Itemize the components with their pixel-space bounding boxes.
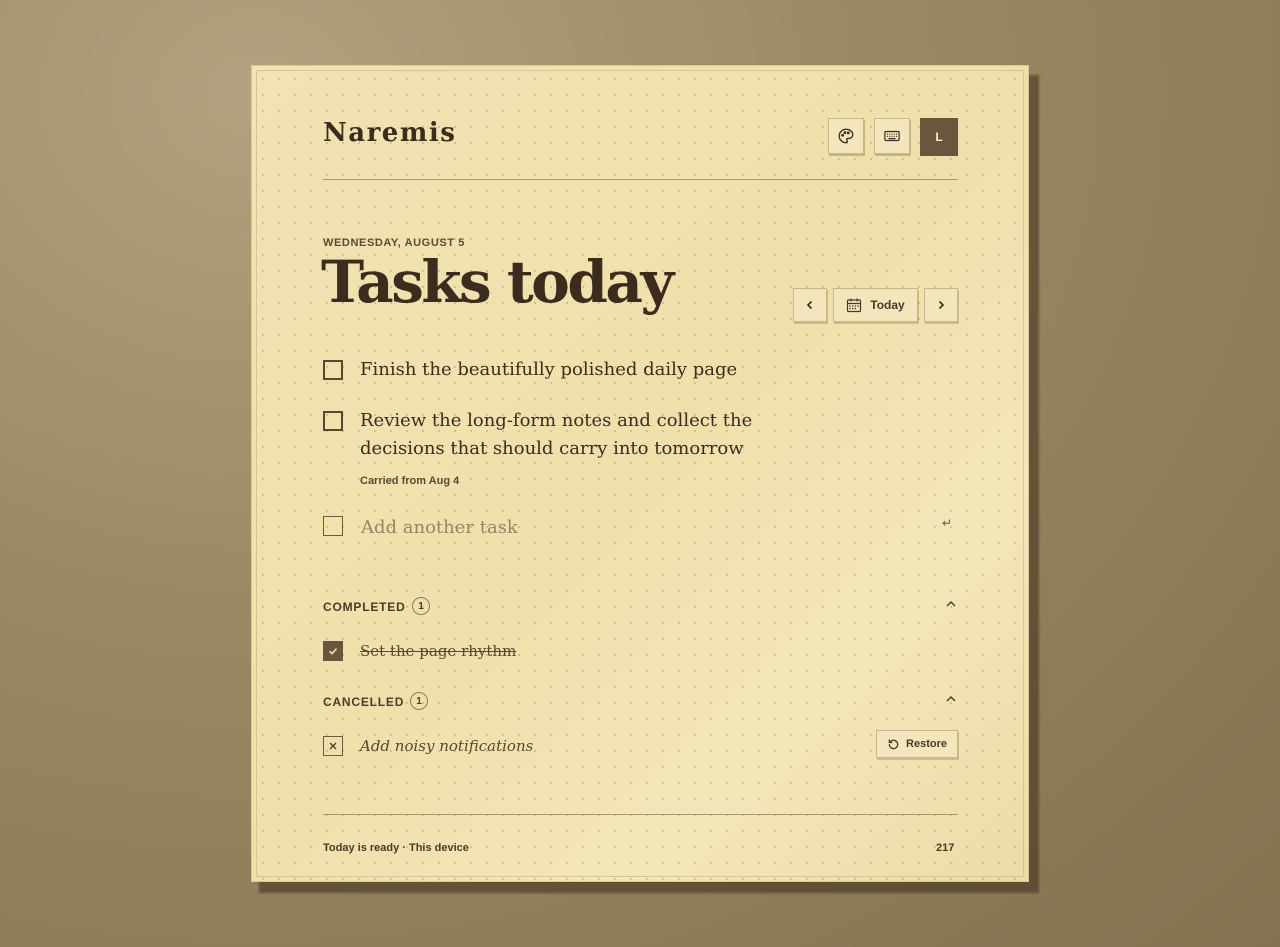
keyboard-shortcuts-button[interactable]	[874, 118, 910, 154]
today-label: Today	[870, 298, 905, 312]
completed-text: Set the page rhythm	[360, 642, 517, 660]
carried-note: Carried from Aug 4	[360, 475, 460, 487]
cancelled-checkbox[interactable]	[323, 736, 343, 756]
theme-button[interactable]	[828, 118, 864, 154]
footer-status: Today is ready · This device	[323, 842, 469, 854]
completed-section-header[interactable]: COMPLETED 1	[323, 597, 958, 617]
task-text[interactable]: Review the long-form notes and collect t…	[360, 407, 810, 463]
user-avatar-button[interactable]: L	[920, 118, 958, 156]
footer-count: 217	[936, 842, 955, 854]
page-title: Tasks today	[321, 248, 674, 316]
chevron-right-icon	[938, 300, 945, 310]
restore-button[interactable]: Restore	[876, 730, 958, 758]
journal-page: Naremis L WEDNESDAY, AUGUST 5 Tasks toda…	[251, 65, 1029, 882]
cancelled-title: CANCELLED	[323, 695, 405, 709]
today-button[interactable]: Today	[833, 288, 918, 322]
previous-day-button[interactable]	[793, 288, 827, 322]
task-text[interactable]: Finish the beautifully polished daily pa…	[360, 356, 810, 384]
cross-icon	[329, 742, 337, 750]
palette-icon	[838, 128, 854, 144]
add-task-input[interactable]	[359, 512, 923, 542]
task-checkbox[interactable]	[323, 360, 343, 380]
restore-label: Restore	[906, 738, 947, 750]
calendar-icon	[847, 298, 862, 313]
cancelled-section-header[interactable]: CANCELLED 1	[323, 692, 958, 712]
checkmark-icon	[328, 648, 338, 655]
completed-checkbox[interactable]	[323, 641, 343, 661]
chevron-left-icon	[806, 300, 813, 310]
new-task-checkbox	[323, 516, 343, 536]
footer-divider	[323, 814, 958, 815]
cancelled-count-badge: 1	[410, 692, 428, 710]
restore-icon	[888, 738, 899, 749]
task-checkbox[interactable]	[323, 411, 343, 431]
cancelled-text: Add noisy notifications	[360, 737, 534, 755]
next-day-button[interactable]	[924, 288, 958, 322]
completed-count-badge: 1	[412, 597, 430, 615]
chevron-up-icon[interactable]	[944, 692, 958, 706]
app-title: Naremis	[323, 118, 457, 148]
keyboard-icon	[884, 130, 900, 142]
header-divider	[323, 179, 958, 180]
enter-key-icon: ↵	[942, 516, 953, 530]
completed-title: COMPLETED	[323, 600, 406, 614]
chevron-up-icon[interactable]	[944, 597, 958, 611]
